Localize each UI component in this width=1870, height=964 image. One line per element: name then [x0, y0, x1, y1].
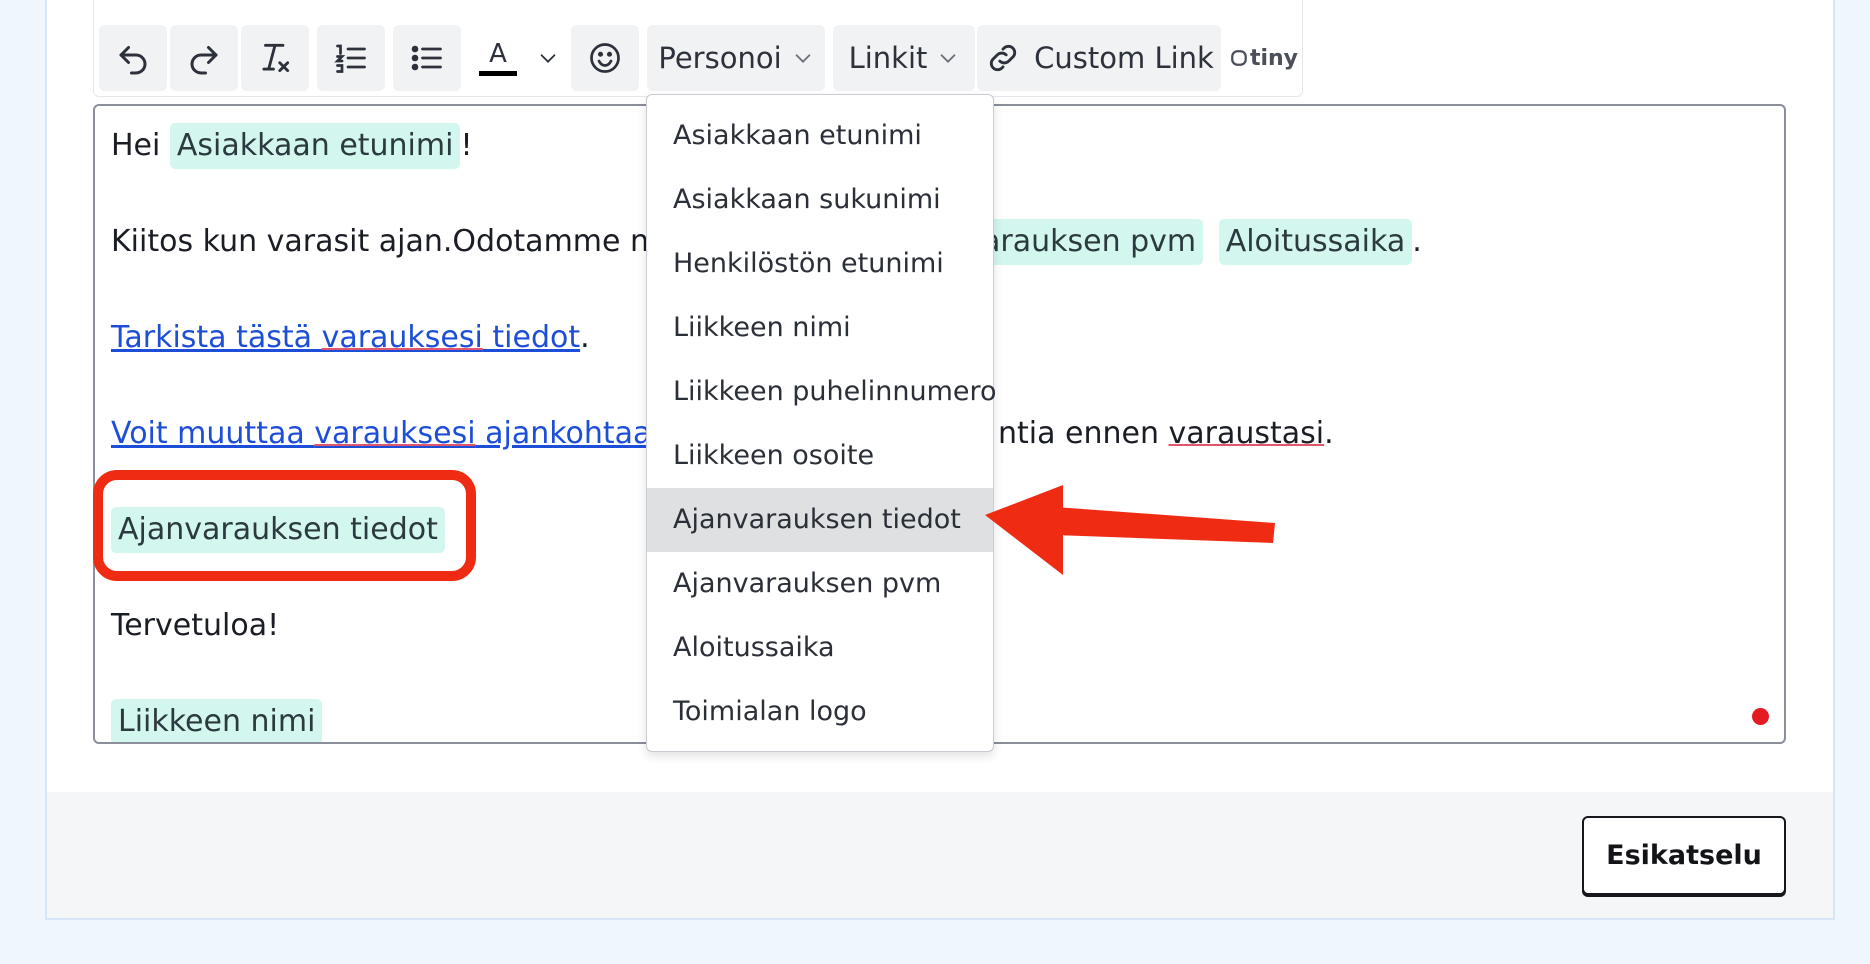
numbered-list-icon	[334, 44, 366, 73]
redo-icon	[190, 46, 218, 75]
change-booking-line-end: ntia ennen varaustasi.	[998, 410, 1334, 458]
text-color-letter: A	[489, 38, 507, 69]
text-color-swatch	[479, 70, 517, 76]
bullet-list-icon	[411, 45, 442, 71]
merge-tag-booking-date[interactable]: arauksen pvm	[975, 219, 1204, 265]
menu-item-business-phone[interactable]: Liikkeen puhelinnumero	[647, 360, 997, 424]
annotation-highlight-box	[93, 470, 476, 581]
merge-tag-customer-first-name[interactable]: Asiakkaan etunimi	[169, 123, 461, 169]
personalize-dropdown-menu: Asiakkaan etunimi Asiakkaan sukunimi Hen…	[646, 94, 997, 752]
preview-button[interactable]: Esikatselu	[1582, 816, 1786, 895]
check-end: .	[580, 320, 590, 355]
link-text: ajankohtaa	[475, 416, 652, 451]
status-dot	[1752, 708, 1769, 725]
menu-item-industry-logo[interactable]: Toimialan logo	[647, 680, 993, 744]
undo-button[interactable]	[99, 25, 167, 91]
annotation-arrow-icon	[985, 485, 1275, 575]
custom-link-button[interactable]: Custom Link	[977, 25, 1221, 91]
clear-formatting-button[interactable]	[241, 25, 309, 91]
greeting-end: !	[460, 128, 473, 163]
merge-tag-business-name[interactable]: Liikkeen nimi	[111, 699, 323, 742]
redo-button[interactable]	[170, 25, 238, 91]
clear-formatting-icon	[262, 43, 290, 73]
link-text: Voit muuttaa	[111, 416, 315, 451]
thanks-end: .	[1412, 224, 1422, 259]
menu-item-booking-details[interactable]: Ajanvarauksen tiedot	[647, 488, 993, 552]
card-footer	[47, 792, 1833, 918]
menu-item-customer-first-name[interactable]: Asiakkaan etunimi	[647, 104, 993, 168]
personalize-label: Personoi	[658, 41, 782, 75]
welcome-line: Tervetuloa!	[111, 602, 279, 650]
numbered-list-button[interactable]	[317, 25, 385, 91]
welcome-text: Tervetuloa!	[111, 608, 280, 643]
links-menu-button[interactable]: Linkit	[833, 25, 975, 91]
change-booking-line: Voit muuttaa varauksesi ajankohtaa	[111, 410, 651, 458]
emoji-icon	[590, 43, 620, 73]
emoji-button[interactable]	[571, 25, 639, 91]
link-text: varauksesi	[314, 416, 476, 451]
menu-item-customer-last-name[interactable]: Asiakkaan sukunimi	[647, 168, 993, 232]
links-label: Linkit	[848, 41, 928, 75]
personalize-menu-button[interactable]: Personoi	[647, 25, 825, 91]
link-icon	[990, 44, 1017, 72]
text-color-icon: A	[479, 41, 517, 76]
chevron-down-icon[interactable]	[537, 47, 559, 69]
thanks-text: Kiitos kun varasit ajan.Odotamme n	[111, 224, 650, 259]
tiny-logo[interactable]: tiny	[1230, 25, 1298, 91]
greeting-line: Hei Asiakkaan etunimi!	[111, 122, 473, 170]
tiny-icon	[1231, 50, 1247, 66]
menu-item-start-time[interactable]: Aloitussaika	[647, 616, 993, 680]
greeting-text: Hei	[111, 128, 161, 163]
text-color-button[interactable]: A	[469, 25, 569, 91]
check-details-link[interactable]: Tarkista tästä varauksesi tiedot	[111, 320, 580, 355]
merge-tag-start-time[interactable]: Aloitussaika	[1218, 219, 1413, 265]
change-text: ntia ennen	[998, 416, 1169, 451]
custom-link-label: Custom Link	[1034, 41, 1214, 75]
chevron-down-icon	[795, 54, 810, 63]
tiny-logo-text: tiny	[1249, 45, 1298, 71]
chevron-down-icon	[941, 54, 956, 63]
menu-item-business-name[interactable]: Liikkeen nimi	[647, 296, 993, 360]
change-booking-link[interactable]: Voit muuttaa varauksesi ajankohtaa	[111, 416, 651, 451]
thanks-line-tags: arauksen pvm Aloitussaika.	[975, 218, 1422, 266]
link-text: tiedot	[482, 320, 581, 355]
change-end: .	[1324, 416, 1334, 451]
change-text-spell: varaustasi	[1168, 416, 1325, 451]
business-name-line: Liikkeen nimi	[111, 698, 323, 742]
menu-item-booking-date[interactable]: Ajanvarauksen pvm	[647, 552, 993, 616]
bullet-list-button[interactable]	[393, 25, 461, 91]
thanks-line: Kiitos kun varasit ajan.Odotamme n	[111, 218, 649, 266]
undo-icon	[119, 46, 147, 75]
link-text: Tarkista tästä	[111, 320, 322, 355]
menu-item-business-address[interactable]: Liikkeen osoite	[647, 424, 993, 488]
menu-item-staff-first-name[interactable]: Henkilöstön etunimi	[647, 232, 993, 296]
check-details-line: Tarkista tästä varauksesi tiedot.	[111, 314, 590, 362]
link-text: varauksesi	[321, 320, 483, 355]
